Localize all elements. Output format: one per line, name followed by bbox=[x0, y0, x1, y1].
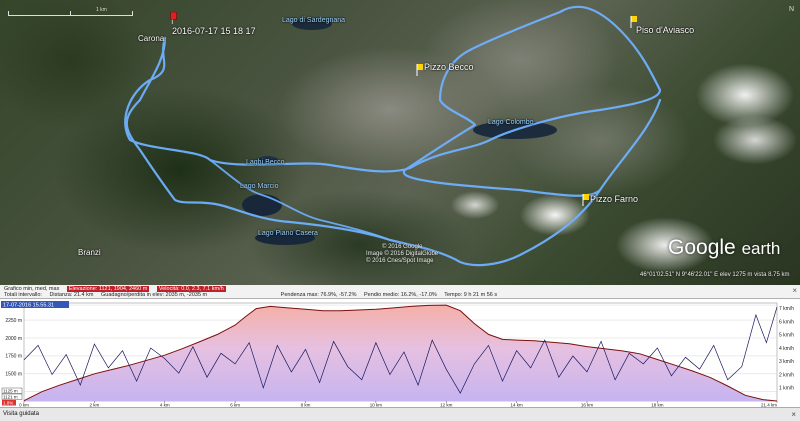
y-right-tick-label: 4 km/h bbox=[779, 346, 794, 352]
y-right-tick-label: 3 km/h bbox=[779, 359, 794, 365]
lake-label-sardegnana: Lago di Sardegnana bbox=[282, 17, 346, 24]
guided-tour-button[interactable]: Visita guidata bbox=[3, 411, 39, 418]
town-label-carona: Carona bbox=[138, 34, 165, 43]
tour-bar: Visita guidata × bbox=[0, 407, 800, 421]
copyright-line-1: © 2016 Google bbox=[382, 244, 423, 250]
gain-value: Guadagno/perdita in elev: 2035 m, -2035 … bbox=[101, 292, 208, 298]
slope-max-value: Pendenza max: 76.9%, -57.2% bbox=[280, 292, 357, 298]
compass-icon[interactable]: N bbox=[789, 6, 794, 13]
slope-avg-value: Pendio medio: 16.2%, -17.0% bbox=[364, 292, 437, 298]
close-icon[interactable]: × bbox=[792, 286, 797, 295]
scale-label: 1 km bbox=[96, 7, 107, 13]
route-line bbox=[124, 5, 662, 267]
time-value: Tempo: 9 h 21 m 56 s bbox=[444, 292, 498, 298]
peak-pin-icon[interactable] bbox=[416, 64, 424, 76]
scale-bar: 1 km bbox=[8, 7, 133, 18]
peak-label-aviasco: Piso d'Aviasco bbox=[636, 25, 695, 35]
distance-value: Distanza: 21.4 km bbox=[49, 292, 94, 298]
lake-label-marcio: Lago Marcio bbox=[240, 183, 279, 190]
timestamp-label: 2016-07-17 15 18 17 bbox=[172, 26, 256, 36]
start-pin-icon[interactable] bbox=[170, 12, 178, 24]
y-right-tick-label: 6 km/h bbox=[779, 319, 794, 325]
min-elevation-label-b: 1121 m bbox=[3, 395, 18, 400]
y-right-tick-label: 2 km/h bbox=[779, 372, 794, 378]
copyright-line-2: Image © 2016 DigitalGlobe bbox=[366, 251, 439, 257]
lake-label-colombo: Lago Colombo bbox=[488, 119, 534, 126]
peak-pin-icon[interactable] bbox=[582, 194, 590, 206]
google-earth-logo: Google earth bbox=[668, 236, 781, 259]
route-line-secondary bbox=[209, 159, 391, 241]
totals-label: Totali intervallo: bbox=[4, 292, 42, 298]
selected-time-label: 17-07-2016 15.55.31 bbox=[3, 303, 54, 309]
town-label-branzi: Branzi bbox=[78, 248, 101, 257]
profile-info-bar: Grafico min, med, max Elevazione: 1121, … bbox=[0, 285, 800, 299]
elevation-profile-panel[interactable]: Grafico min, med, max Elevazione: 1121, … bbox=[0, 285, 800, 421]
lake-label-becco: Laghi Becco bbox=[246, 159, 285, 166]
y-right-tick-label: 5 km/h bbox=[779, 333, 794, 339]
min-elevation-label-a: 1125 m bbox=[3, 389, 18, 394]
y-right-tick-label: 1 km/h bbox=[779, 386, 794, 392]
peak-label-farno: Pizzo Farno bbox=[590, 194, 639, 204]
y-right-tick-label: 7 km/h bbox=[779, 306, 794, 312]
peak-label-becco: Pizzo Becco bbox=[424, 62, 474, 72]
map-status-bar: 46°01'02.51" N 9°46'22.01" E elev 1275 m… bbox=[640, 272, 790, 278]
y-left-tick-label: 2000 m bbox=[5, 336, 22, 342]
close-icon[interactable]: × bbox=[791, 410, 796, 419]
copyright-line-3: © 2016 Cnes/Spot Image bbox=[366, 258, 434, 264]
lake-label-piano-casera: Lago Piano Casera bbox=[258, 230, 318, 237]
y-left-tick-label: 1500 m bbox=[5, 372, 22, 378]
elevation-chart[interactable]: 2459 m2250 m2000 m1750 m1500 m1250 m 7 k… bbox=[0, 299, 800, 408]
y-left-tick-label: 2250 m bbox=[5, 318, 22, 324]
elevation-chart-svg: 2459 m2250 m2000 m1750 m1500 m1250 m 7 k… bbox=[1, 301, 794, 408]
slope-badge-label: 1.8% bbox=[3, 401, 13, 406]
y-left-tick-label: 1750 m bbox=[5, 354, 22, 360]
map-view[interactable]: 1 km N 2016-07-17 15 18 17 Carona Branzi… bbox=[0, 0, 800, 285]
